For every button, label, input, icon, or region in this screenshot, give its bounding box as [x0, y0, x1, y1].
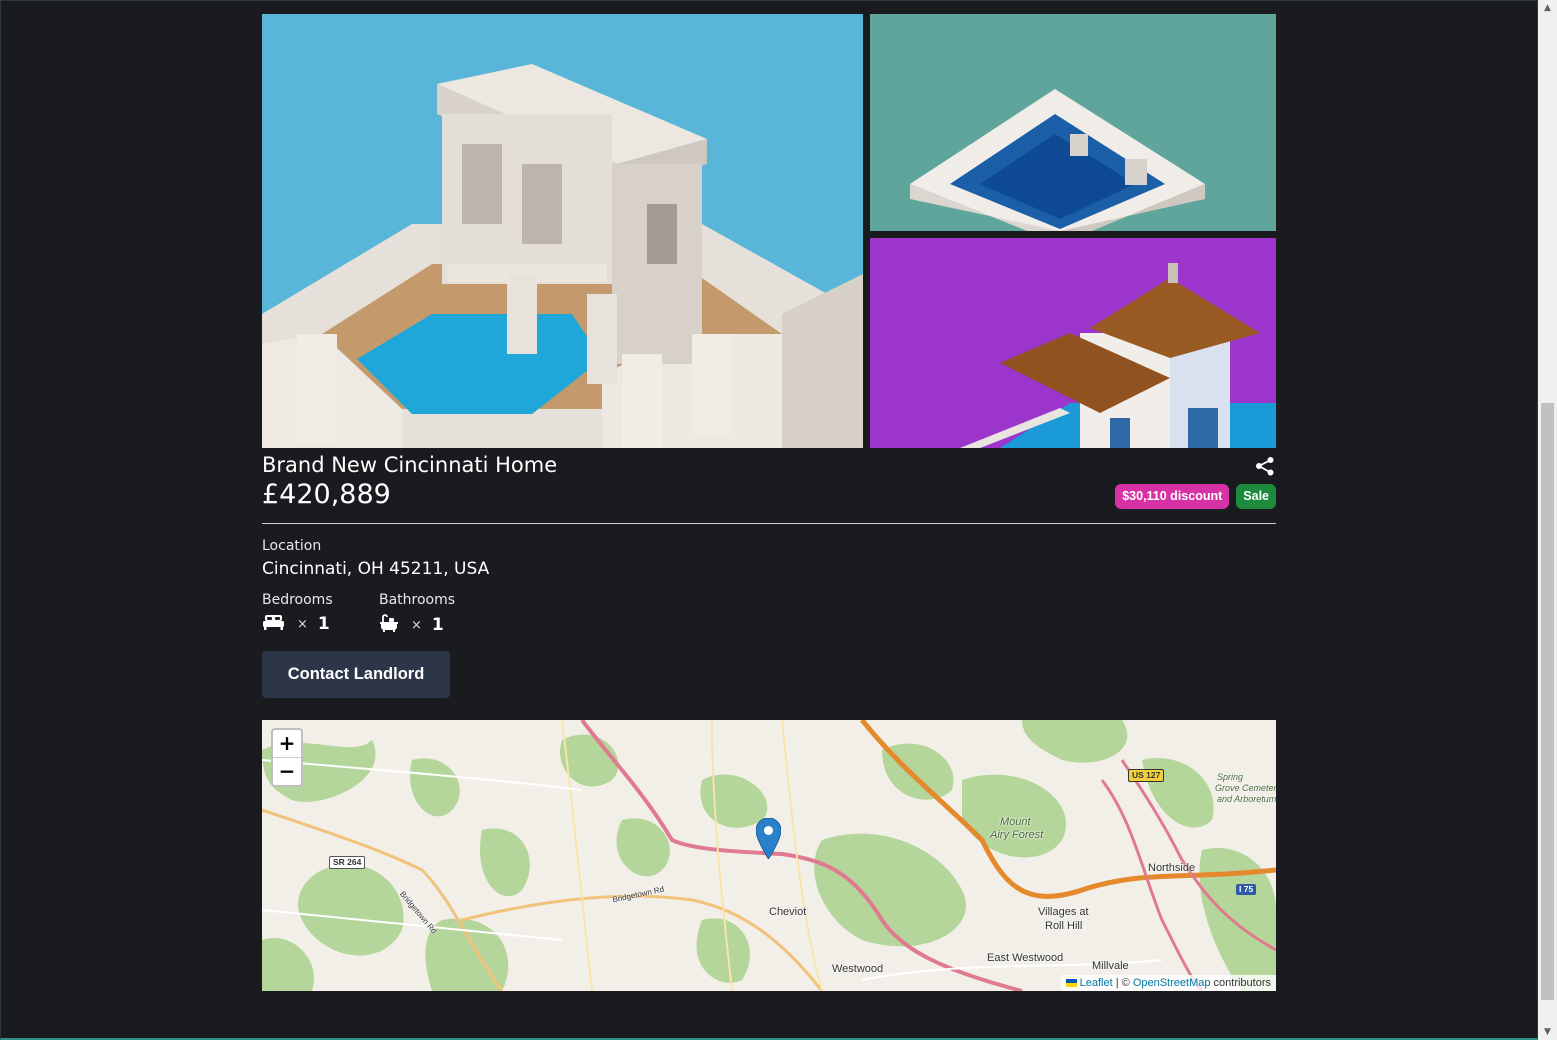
map-label-cheviot: Cheviot [769, 906, 807, 918]
map-label-mount: Mount [1000, 816, 1031, 828]
photo-gallery [262, 14, 1276, 448]
map-marker-icon[interactable] [755, 817, 782, 860]
zoom-in-button[interactable]: + [273, 730, 301, 758]
bath-icon [379, 614, 399, 636]
bedrooms-count: 1 [317, 614, 330, 634]
location-map[interactable]: SR 264 US 127 I 75 Cheviot Westwood East… [262, 720, 1276, 991]
contact-landlord-button[interactable]: Contact Landlord [262, 651, 450, 698]
page-scrollbar[interactable]: ▲ ▼ [1538, 0, 1557, 1040]
listing-title: Brand New Cincinnati Home [262, 453, 558, 477]
attribution-separator: | © [1112, 977, 1133, 989]
map-label-westwood: Westwood [832, 963, 884, 975]
map-label-grove: Grove Cemetery [1215, 783, 1276, 793]
ukraine-flag-icon [1065, 979, 1077, 987]
scroll-up-icon[interactable]: ▲ [1538, 0, 1557, 16]
divider [262, 523, 1276, 524]
scroll-down-icon[interactable]: ▼ [1538, 1024, 1557, 1040]
route-shield-sr264: SR 264 [329, 856, 366, 869]
bathrooms-label: Bathrooms [379, 592, 456, 608]
main-photo[interactable] [262, 14, 863, 448]
bathrooms-feature: Bathrooms × 1 [379, 592, 455, 636]
leaflet-link[interactable]: Leaflet [1080, 977, 1113, 989]
bathrooms-count: 1 [431, 615, 444, 635]
bedrooms-feature: Bedrooms × 1 [262, 592, 333, 634]
sale-badge: Sale [1236, 484, 1276, 509]
map-label-east-westwood: East Westwood [987, 952, 1064, 964]
map-attribution: Leaflet | © OpenStreetMap contributors [1060, 975, 1276, 991]
secondary-photo-top[interactable] [870, 14, 1276, 231]
badges: $30,110 discount Sale [1115, 484, 1276, 509]
discount-badge: $30,110 discount [1115, 484, 1230, 509]
secondary-photo-bottom[interactable] [870, 238, 1276, 448]
attribution-tail: contributors [1210, 977, 1271, 989]
map-label-northside: Northside [1148, 862, 1196, 874]
map-label-roll-hill: Roll Hill [1045, 920, 1083, 932]
route-shield-us127: US 127 [1128, 769, 1165, 782]
map-label-villages: Villages at [1038, 906, 1089, 918]
location-label: Location [262, 538, 322, 554]
map-label-millvale: Millvale [1092, 960, 1129, 972]
bathrooms-times: × [411, 617, 422, 633]
zoom-out-button[interactable]: − [273, 758, 301, 785]
bedrooms-times: × [297, 616, 308, 632]
location-value: Cincinnati, OH 45211, USA [262, 559, 490, 579]
zoom-control: + − [271, 728, 303, 787]
map-label-airy-forest: Airy Forest [990, 829, 1044, 841]
bedrooms-label: Bedrooms [262, 592, 333, 608]
map-label-spring: Spring [1217, 772, 1244, 782]
listing-price: £420,889 [262, 479, 391, 510]
bed-icon [262, 614, 285, 634]
map-label-arboretum: and Arboretum [1217, 794, 1276, 804]
route-shield-i75: I 75 [1236, 884, 1257, 895]
share-icon[interactable] [1255, 456, 1275, 476]
scrollbar-thumb[interactable] [1541, 403, 1554, 1000]
openstreetmap-link[interactable]: OpenStreetMap [1133, 977, 1211, 989]
